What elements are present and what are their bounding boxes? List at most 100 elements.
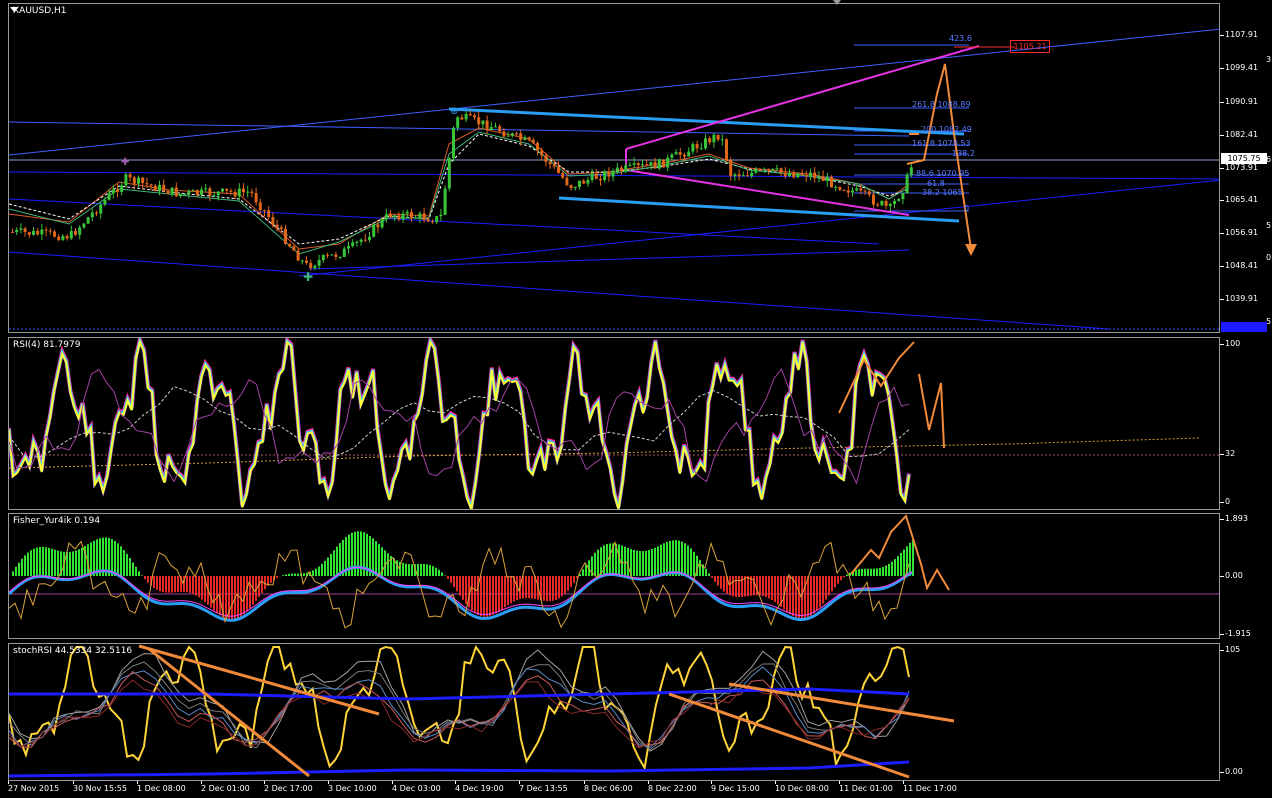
axis-partial: 5 [1266, 221, 1272, 230]
fisher-bar-up [51, 548, 53, 576]
candle-body [632, 163, 636, 165]
candle-body [296, 250, 300, 261]
candle-body [481, 120, 485, 125]
candle-body [695, 144, 699, 149]
candle-body [195, 190, 199, 195]
candle-body [145, 183, 149, 185]
candle-body [893, 200, 896, 204]
candle-body [779, 168, 783, 173]
stochrsi-band-line [9, 649, 910, 752]
candle-body [683, 154, 686, 157]
candle-body [552, 164, 556, 167]
rsi-canvas[interactable] [9, 338, 1220, 510]
fisher-bar-up [15, 566, 17, 576]
candle-body [561, 173, 565, 178]
candle-body [321, 255, 325, 261]
fisher-bar-down [768, 576, 770, 599]
candle-body [279, 227, 283, 229]
rsi-axis: 100 32 0 [1219, 337, 1272, 510]
candle-body [515, 133, 518, 135]
candle-body [271, 217, 275, 225]
fisher-bar-up [54, 549, 56, 576]
candle-body [313, 265, 317, 269]
fisher-bar-up [681, 541, 683, 576]
candle-body [250, 191, 254, 194]
candle-body [384, 214, 388, 220]
fisher-bar-up [885, 565, 887, 576]
time-label: 8 Dec 22:00 [648, 781, 697, 793]
stochrsi-pane[interactable]: stochRSI 44.5334 32.5116 [8, 643, 1220, 781]
time-label: 11 Dec 01:00 [839, 781, 893, 793]
candle-body [531, 139, 535, 144]
candle-body [137, 177, 140, 184]
candle-body [876, 204, 880, 206]
fisher-bar-up [909, 542, 911, 576]
price-tick: 1107.91 [1219, 30, 1259, 39]
rsi-line [9, 338, 911, 509]
rsi-tick: 32 [1219, 449, 1236, 458]
fisher-bar-up [78, 549, 80, 576]
fisher-bar-up [411, 564, 413, 576]
fisher-title: Fisher_Yur4ik 0.194 [13, 516, 101, 526]
candle-body [204, 188, 208, 190]
fisher-bar-up [888, 563, 890, 576]
fisher-bar-up [354, 531, 356, 576]
price-tick: 1082.41 [1219, 130, 1259, 139]
candle-body [859, 188, 863, 191]
candle-body [389, 214, 392, 217]
rsi-pane[interactable]: RSI(4) 81.7979 [8, 337, 1220, 510]
candle-body [708, 138, 712, 143]
fisher-bar-down [276, 576, 278, 579]
candle-body [191, 190, 195, 192]
shift-marker-icon[interactable] [833, 0, 841, 5]
fisher-bar-down [189, 576, 191, 593]
candle-body [628, 164, 632, 166]
fisher-bar-up [360, 531, 362, 576]
candle-body [557, 166, 560, 174]
fisher-bar-up [879, 567, 881, 576]
fisher-bar-up [585, 564, 587, 576]
fisher-bar-up [708, 573, 710, 576]
fisher-bar-down [843, 576, 845, 578]
fisher-bar-up [855, 569, 857, 576]
fisher-bar-up [912, 539, 914, 576]
candle-body [804, 174, 808, 177]
candle-body [179, 193, 182, 197]
fisher-bar-down [156, 576, 158, 590]
fisher-bar-down [201, 576, 203, 600]
candle-body [519, 133, 523, 140]
fisher-bar-up [408, 564, 410, 576]
fisher-bar-down [501, 576, 503, 610]
candle-body [909, 167, 913, 175]
fisher-bar-up [420, 563, 422, 576]
candle-body [750, 172, 754, 177]
fisher-bar-up [75, 550, 77, 576]
price-chart-canvas[interactable]: ✚ ✚ ⊕ [9, 4, 1220, 333]
fisher-bar-up [693, 551, 695, 576]
svg-text:⊕: ⊕ [450, 106, 458, 117]
fisher-bar-up [897, 556, 899, 576]
fisher-bar-up [861, 568, 863, 576]
fisher-bar-down [249, 576, 251, 609]
fisher-bar-up [438, 569, 440, 576]
fisher-canvas[interactable] [9, 514, 1220, 639]
fisher-bar-up [435, 567, 437, 576]
fisher-bar-down [543, 576, 545, 601]
candle-body [775, 168, 779, 170]
fisher-bar-down [531, 576, 533, 599]
fisher-bar-down [492, 576, 494, 615]
fisher-pane[interactable]: Fisher_Yur4ik 0.194 [8, 513, 1220, 639]
axis-partial: 3 [1266, 55, 1272, 64]
time-label: 9 Dec 15:00 [711, 781, 760, 793]
fisher-bar-up [597, 549, 599, 576]
stochrsi-tick: 105 [1219, 645, 1241, 654]
fisher-bar-up [426, 564, 428, 576]
fisher-bar-down [789, 576, 791, 614]
price-tick: 1065.41 [1219, 195, 1259, 204]
svg-text:✚: ✚ [121, 157, 129, 168]
candle-body [410, 211, 413, 219]
candle-body [242, 188, 245, 193]
fisher-bar-up [318, 566, 320, 576]
candle-body [888, 203, 892, 206]
stochrsi-canvas[interactable] [9, 644, 1220, 781]
